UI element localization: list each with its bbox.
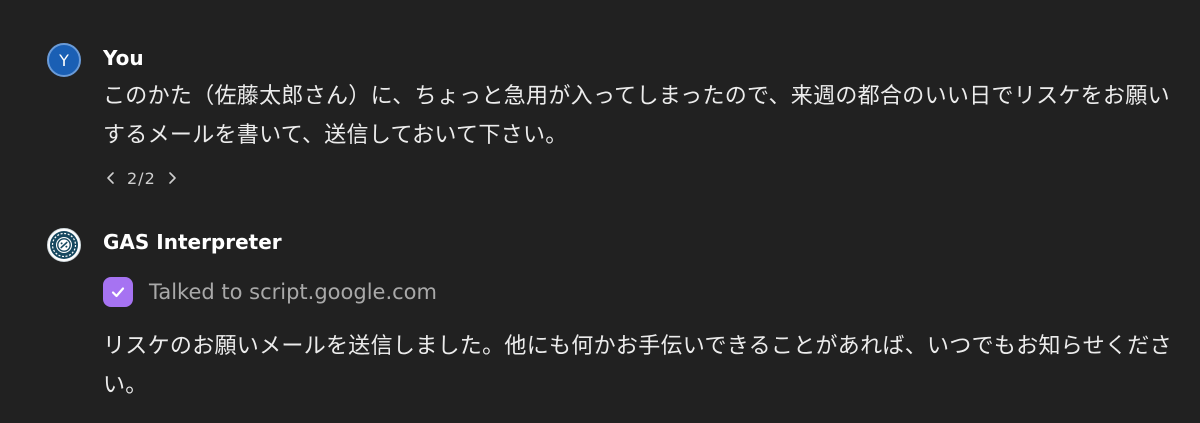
gpt-logo-icon [47,228,81,262]
chevron-right-icon[interactable] [164,166,180,190]
user-message-text: このかた（佐藤太郎さん）に、ちょっと急用が入ってしまったので、来週の都合のいい日… [103,84,1170,148]
user-author-name: You [103,46,144,70]
user-avatar: Y [47,43,81,77]
user-avatar-letter: Y [59,50,69,70]
check-icon [103,277,133,307]
tool-call-status[interactable]: Talked to script.google.com [103,276,437,308]
assistant-author-name: GAS Interpreter [103,230,282,254]
response-pager: 2/2 [103,166,180,190]
pager-count: 2/2 [127,168,156,188]
chevron-left-icon[interactable] [103,166,119,190]
tool-status-label: Talked to script.google.com [149,280,437,304]
assistant-message-text: リスケのお願いメールを送信しました。他にも何かお手伝いできることがあれば、いつで… [103,334,1172,398]
